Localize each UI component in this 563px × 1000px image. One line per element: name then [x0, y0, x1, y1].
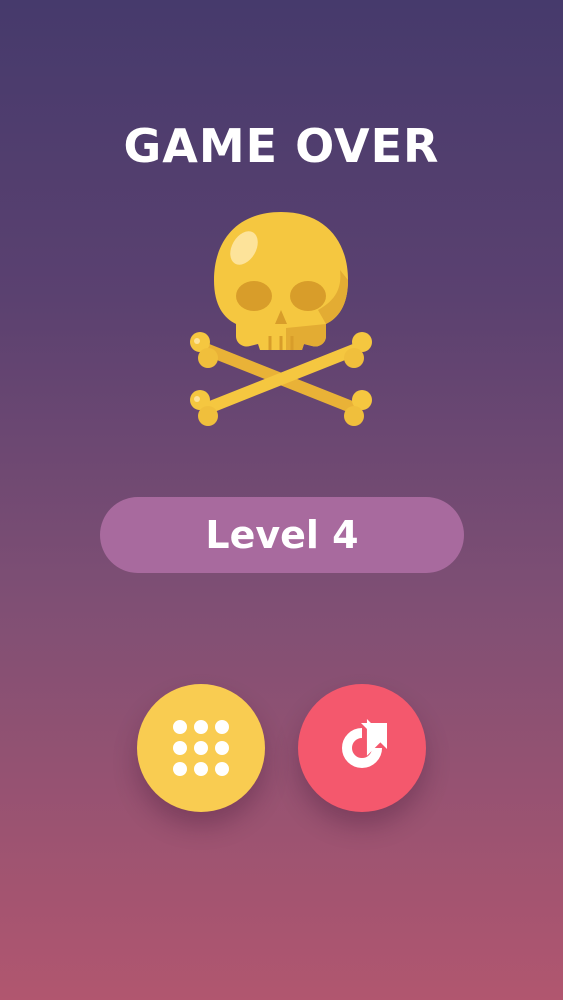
grid-dots-icon: [173, 720, 229, 776]
level-select-button[interactable]: [137, 684, 265, 812]
restart-button[interactable]: [298, 684, 426, 812]
game-over-title: GAME OVER: [123, 119, 440, 173]
level-label: Level 4: [205, 513, 359, 557]
level-badge: Level 4: [100, 497, 464, 573]
game-over-screen: GAME OVER Level 4: [0, 0, 563, 1000]
restart-arrow-icon: [331, 717, 393, 779]
skull-crossbones-icon: [186, 210, 376, 435]
